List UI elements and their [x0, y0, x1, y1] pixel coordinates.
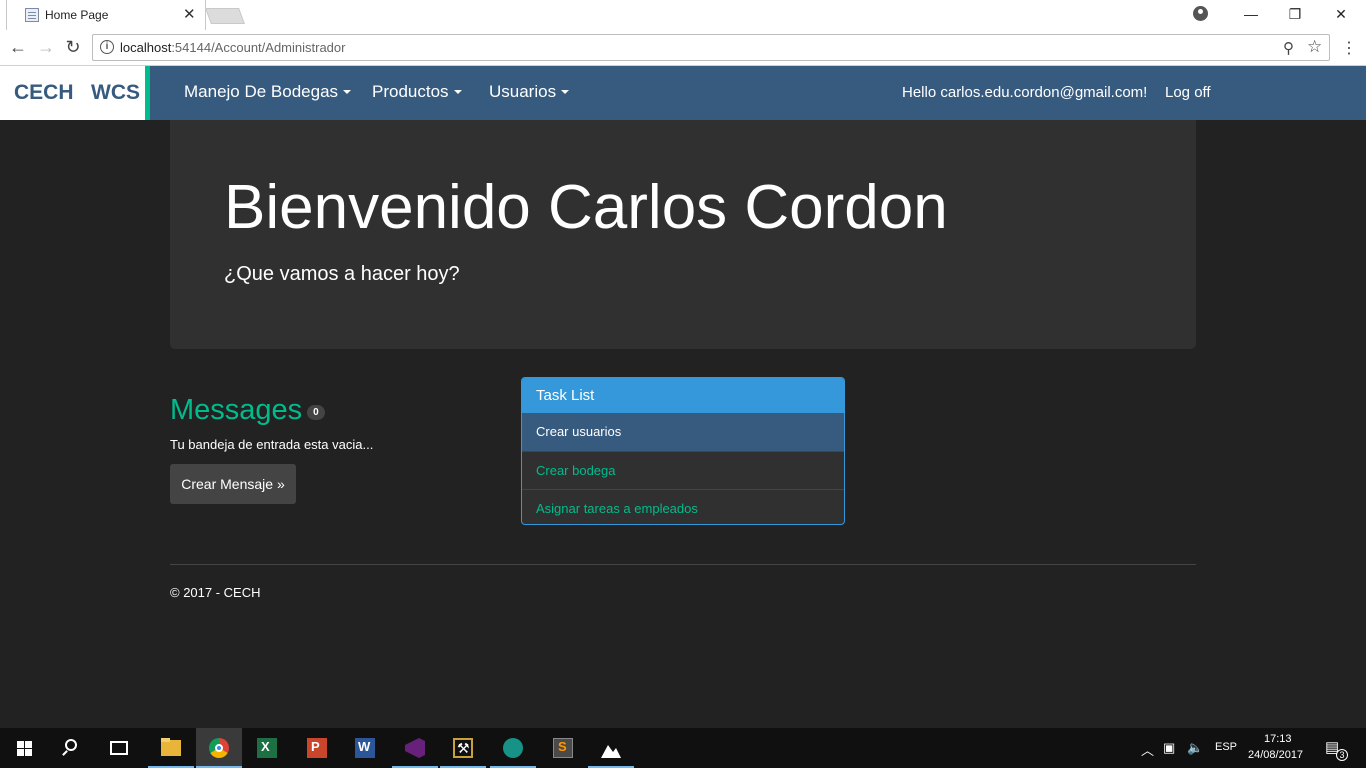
show-hidden-icons-icon[interactable]: ︿ — [1141, 740, 1154, 759]
clock-time[interactable]: 17:13 — [1264, 733, 1292, 745]
messages-heading: Messages 0 — [170, 394, 325, 427]
tab-title: Home Page — [45, 8, 109, 22]
close-tab-icon[interactable]: ✕ — [183, 5, 196, 23]
input-language[interactable]: ESP — [1215, 741, 1237, 753]
create-message-button[interactable]: Crear Mensaje » — [170, 464, 296, 504]
word-icon[interactable]: W — [342, 728, 388, 768]
excel-icon[interactable]: X — [244, 728, 290, 768]
messages-count-badge: 0 — [307, 405, 325, 420]
address-bar[interactable]: i localhost:54144/Account/Administrador … — [92, 34, 1330, 61]
photos-icon[interactable] — [588, 728, 634, 768]
caret-down-icon — [453, 90, 462, 94]
search-icon[interactable] — [48, 728, 94, 768]
powerpoint-icon[interactable]: P — [294, 728, 340, 768]
logoff-link[interactable]: Log off — [1165, 84, 1211, 101]
new-tab-button[interactable] — [205, 8, 245, 24]
clock-date[interactable]: 24/08/2017 — [1248, 749, 1303, 761]
network-icon[interactable]: ▣ — [1163, 740, 1175, 756]
windows-taskbar: X P W ⚒ S ︿ ▣ 🔈 ESP 17:13 24/08/2017 ▤ 3 — [0, 728, 1366, 768]
footer-copyright: © 2017 - CECH — [170, 585, 261, 600]
task-view-icon[interactable] — [96, 728, 142, 768]
bookmark-star-icon[interactable]: ☆ — [1307, 37, 1322, 57]
volume-icon[interactable]: 🔈 — [1187, 740, 1203, 756]
forward-icon[interactable]: → — [35, 36, 57, 58]
reload-icon[interactable]: ↻ — [62, 36, 84, 58]
welcome-jumbotron: Bienvenido Carlos Cordon ¿Que vamos a ha… — [170, 120, 1196, 349]
profile-icon[interactable] — [1193, 6, 1208, 21]
sublime-text-icon[interactable]: S — [540, 728, 586, 768]
tools-icon[interactable]: ⚒ — [440, 728, 486, 768]
minimize-button[interactable]: — — [1228, 3, 1274, 25]
chrome-icon[interactable] — [196, 728, 242, 768]
browser-tab-strip: Home Page ✕ — ❐ ✕ — [0, 0, 1366, 30]
file-explorer-icon[interactable] — [148, 728, 194, 768]
start-button[interactable] — [0, 728, 46, 768]
back-icon[interactable]: ← — [7, 36, 29, 58]
brand-text: CECH WCS — [14, 81, 140, 104]
page-title: Bienvenido Carlos Cordon — [224, 173, 948, 242]
footer-divider — [170, 564, 1196, 565]
info-icon[interactable]: i — [100, 40, 114, 54]
task-item-crear-bodega[interactable]: Crear bodega — [522, 451, 844, 489]
brand-logo[interactable]: CECH WCS — [0, 66, 150, 120]
menu-manejo-de-bodegas[interactable]: Manejo De Bodegas — [184, 82, 352, 102]
zoom-icon[interactable]: ⚲ — [1283, 39, 1294, 57]
browser-tab[interactable]: Home Page ✕ — [6, 0, 206, 30]
menu-usuarios[interactable]: Usuarios — [489, 82, 570, 102]
url-text[interactable]: localhost:54144/Account/Administrador — [120, 40, 345, 55]
close-window-button[interactable]: ✕ — [1318, 3, 1364, 25]
menu-productos[interactable]: Productos — [372, 82, 462, 102]
browser-menu-icon[interactable]: ⋮ — [1341, 38, 1357, 58]
browser-toolbar: ← → ↻ i localhost:54144/Account/Administ… — [0, 30, 1366, 66]
caret-down-icon — [343, 90, 352, 94]
task-item-asignar-tareas[interactable]: Asignar tareas a empleados — [522, 489, 844, 524]
task-list-panel: Task List Crear usuarios Crear bodega As… — [521, 377, 845, 525]
task-item-crear-usuarios[interactable]: Crear usuarios — [522, 413, 844, 451]
visual-studio-icon[interactable] — [392, 728, 438, 768]
notification-count-badge: 3 — [1336, 749, 1348, 761]
gitkraken-icon[interactable] — [490, 728, 536, 768]
user-greeting-link[interactable]: Hello carlos.edu.cordon@gmail.com! — [902, 84, 1147, 101]
inbox-empty-text: Tu bandeja de entrada esta vacia... — [170, 437, 374, 452]
maximize-button[interactable]: ❐ — [1272, 3, 1318, 25]
task-list-header: Task List — [522, 378, 844, 413]
page-subtitle: ¿Que vamos a hacer hoy? — [224, 263, 460, 285]
site-navbar: CECH WCS Manejo De Bodegas Productos Usu… — [0, 66, 1366, 120]
page-icon — [25, 8, 39, 22]
caret-down-icon — [561, 90, 570, 94]
